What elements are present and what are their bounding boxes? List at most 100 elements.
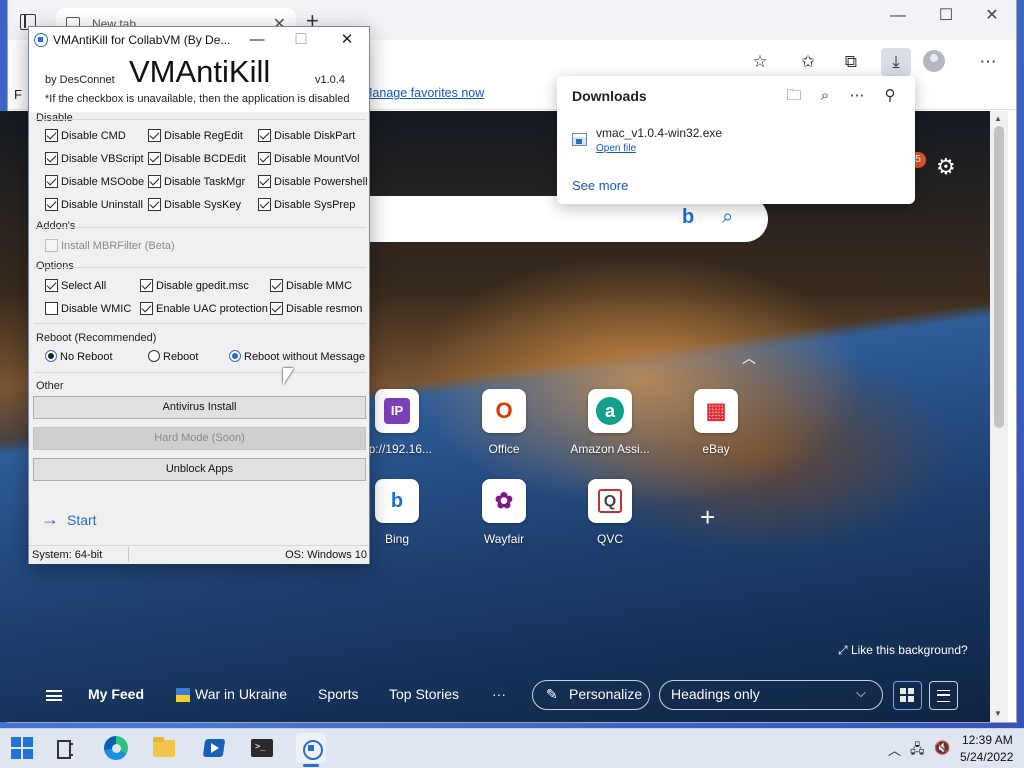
quick-link-tile-amazon-assistant[interactable]: a Amazon Assi... (565, 389, 655, 456)
manage-favorites-link[interactable]: Manage favorites now (362, 86, 484, 100)
chevron-down-icon[interactable]: ⌵ (856, 685, 866, 701)
checkbox-disable-msoobe[interactable]: Disable MSOobe (45, 175, 144, 189)
scroll-up-icon[interactable]: ▲ (994, 114, 1002, 123)
feed-more-icon[interactable]: ··· (492, 686, 506, 702)
executable-file-icon (572, 133, 587, 146)
media-player-icon[interactable] (199, 733, 229, 763)
ukraine-flag-icon (176, 688, 190, 702)
scroll-down-icon[interactable]: ▼ (994, 709, 1002, 718)
volume-muted-icon[interactable]: 🔇 (934, 740, 950, 756)
checkbox-disable-wmic[interactable]: Disable WMIC (45, 302, 131, 316)
quick-link-tile-qvc[interactable]: Q QVC (565, 479, 655, 546)
tile-label: Amazon Assi... (570, 442, 650, 456)
vmantikill-titlebar[interactable]: VMAntiKill for CollabVM (By De... — ☐ ✕ (29, 27, 369, 54)
checkbox-select-all[interactable]: Select All (45, 279, 106, 293)
checkbox-disable-mmc[interactable]: Disable MMC (270, 279, 352, 293)
checkbox-disable-uninstall[interactable]: Disable Uninstall (45, 198, 143, 212)
clock-time[interactable]: 12:39 AM (962, 733, 1013, 747)
grid-view-button[interactable] (893, 681, 922, 710)
ip-tile-icon: IP (375, 389, 419, 433)
task-view-icon[interactable] (50, 733, 80, 763)
checkbox-disable-resmon[interactable]: Disable resmon (270, 302, 362, 316)
pin-icon[interactable]: ⚲ (879, 85, 901, 107)
arrow-right-icon[interactable]: → (41, 509, 59, 530)
group-reboot (34, 323, 366, 324)
search-icon[interactable]: ⌕ (814, 85, 836, 107)
downloads-icon[interactable]: ⤓ (881, 48, 911, 76)
favorites-icon[interactable]: ✩ (793, 48, 823, 76)
network-icon[interactable]: 🖧 (910, 740, 925, 762)
group-label-addons: Addon's (36, 220, 76, 232)
feed-tab-my-feed[interactable]: My Feed (88, 686, 144, 702)
checkbox-disable-cmd[interactable]: Disable CMD (45, 129, 126, 143)
feed-tab-sports[interactable]: Sports (318, 686, 358, 702)
antivirus-install-button[interactable]: Antivirus Install (33, 396, 366, 419)
search-icon[interactable]: ⌕ (722, 206, 733, 229)
file-explorer-icon[interactable] (149, 733, 179, 763)
terminal-icon[interactable] (247, 733, 277, 763)
checkbox-box (45, 279, 58, 292)
collections-icon[interactable]: ⧉ (836, 48, 866, 76)
windows-start-icon[interactable] (7, 733, 37, 763)
like-background-link[interactable]: ⤢ Like this background? (838, 643, 968, 658)
minimize-button[interactable]: — (237, 28, 277, 52)
page-settings-gear-icon[interactable]: ⚙ (936, 154, 956, 180)
checkbox-disable-diskpart[interactable]: Disable DiskPart (258, 129, 355, 143)
checkbox-disable-taskmgr[interactable]: Disable TaskMgr (148, 175, 245, 189)
checkbox-label: Disable SysPrep (274, 199, 356, 211)
content-layout-select[interactable]: Headings only (659, 680, 883, 710)
browser-close-button[interactable]: ✕ (970, 4, 1014, 32)
browser-minimize-button[interactable]: — (876, 4, 920, 32)
checkbox-disable-gpedit-msc[interactable]: Disable gpedit.msc (140, 279, 249, 293)
list-view-button[interactable] (929, 681, 958, 710)
page-scrollbar-thumb[interactable] (994, 126, 1004, 428)
feed-tab-war-in-ukraine[interactable]: War in Ukraine (195, 686, 287, 702)
start-button[interactable]: Start (67, 512, 97, 528)
tray-overflow-chevron-icon[interactable]: ︿ (888, 740, 901, 759)
personalize-button[interactable]: Personalize (532, 680, 650, 710)
radio-no-reboot[interactable]: No Reboot (45, 350, 113, 364)
quick-link-tile-office[interactable]: O Office (459, 389, 549, 456)
checkbox-disable-syskey[interactable]: Disable SysKey (148, 198, 241, 212)
checkbox-box (140, 279, 153, 292)
checkbox-disable-powershell[interactable]: Disable Powershell (258, 175, 368, 189)
download-filename[interactable]: vmac_v1.0.4-win32.exe (596, 126, 722, 140)
edge-icon[interactable] (101, 733, 131, 763)
quick-link-tile-wayfair[interactable]: ✿ Wayfair (459, 479, 549, 546)
feed-tab-top-stories[interactable]: Top Stories (389, 686, 459, 702)
browser-maximize-button[interactable]: ☐ (924, 4, 968, 32)
checkbox-label: Disable WMIC (61, 303, 132, 315)
checkbox-label: Enable UAC protection (156, 303, 268, 315)
checkbox-disable-vbscript[interactable]: Disable VBScript (45, 152, 144, 166)
radio-reboot[interactable]: Reboot (148, 350, 198, 364)
mouse-pointer-icon (283, 368, 294, 385)
add-favorite-icon[interactable]: ☆ (745, 48, 775, 76)
radio-reboot-without-message[interactable]: Reboot without Message (229, 350, 365, 364)
ebay-tile-icon: ▦ (694, 389, 738, 433)
favorites-bar-item[interactable]: F (14, 87, 22, 102)
checkbox-disable-sysprep[interactable]: Disable SysPrep (258, 198, 355, 212)
open-folder-icon[interactable]: 🗀 (783, 85, 805, 107)
quick-link-tile-ebay[interactable]: ▦ eBay (671, 389, 761, 456)
clock-date[interactable]: 5/24/2022 (960, 750, 1013, 764)
checkbox-label: Install MBRFilter (Beta) (61, 240, 175, 252)
open-file-link[interactable]: Open file (596, 143, 636, 154)
profile-icon[interactable] (923, 50, 945, 72)
vmantikill-taskbar-icon[interactable] (296, 733, 326, 763)
checkbox-disable-regedit[interactable]: Disable RegEdit (148, 129, 243, 143)
add-quick-link-icon[interactable]: + (700, 502, 715, 533)
checkbox-disable-bcdedit[interactable]: Disable BCDEdit (148, 152, 246, 166)
active-app-indicator (303, 764, 319, 767)
close-button[interactable]: ✕ (327, 28, 367, 52)
more-icon[interactable]: ⋯ (846, 85, 868, 107)
group-options (34, 267, 366, 268)
checkbox-box (270, 279, 283, 292)
checkbox-enable-uac-protection[interactable]: Enable UAC protection (140, 302, 268, 316)
more-options-icon[interactable]: ⋯ (973, 48, 1003, 76)
collapse-chevron-icon[interactable]: ︿ (742, 348, 756, 368)
unblock-apps-button[interactable]: Unblock Apps (33, 458, 366, 481)
feed-menu-icon[interactable] (46, 690, 62, 701)
downloads-title: Downloads (572, 88, 647, 104)
checkbox-disable-mountvol[interactable]: Disable MountVol (258, 152, 360, 166)
see-more-link[interactable]: See more (572, 178, 628, 193)
